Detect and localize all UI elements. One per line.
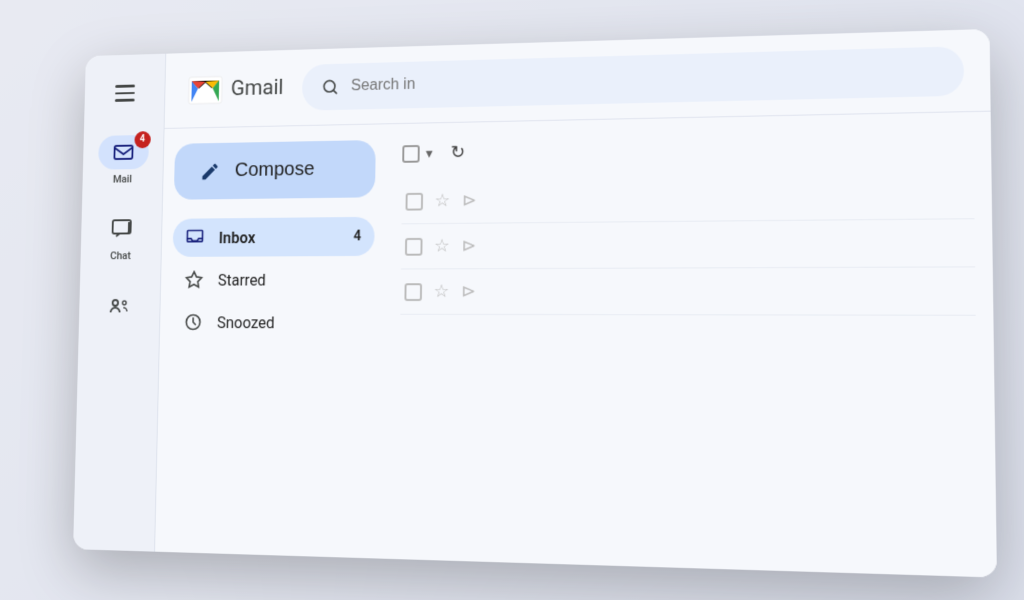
chat-icon [110, 217, 132, 240]
nav-item-snoozed[interactable]: Snoozed [171, 303, 374, 342]
email-list-panel: ▼ ↻ ☆ ⊳ ☆ ⊳ [382, 112, 997, 578]
inbox-icon [186, 228, 205, 247]
compose-label: Compose [235, 158, 315, 181]
sidebar-item-mail[interactable]: 4 Mail [97, 134, 148, 185]
star-icon [185, 270, 204, 289]
meet-icon [108, 294, 130, 317]
sidebar-mail-label: Mail [113, 172, 132, 185]
starred-label: Starred [218, 270, 361, 289]
gmail-window: 4 Mail Chat [73, 29, 997, 578]
mail-badge: 4 [134, 131, 151, 148]
screenshot-container: 4 Mail Chat [0, 0, 1024, 600]
search-icon [321, 77, 340, 97]
hamburger-menu-button[interactable] [107, 77, 142, 109]
label-icon[interactable]: ⊳ [461, 236, 476, 257]
label-icon[interactable]: ⊳ [461, 281, 476, 302]
compose-button[interactable]: Compose [174, 140, 376, 200]
search-input[interactable] [351, 62, 943, 95]
app-title: Gmail [231, 76, 284, 101]
snoozed-label: Snoozed [217, 313, 360, 332]
clock-icon [184, 312, 203, 331]
email-row[interactable]: ☆ ⊳ [401, 171, 974, 224]
mail-icon [112, 140, 134, 163]
sidebar-chat-label: Chat [110, 249, 131, 261]
star-icon[interactable]: ☆ [433, 281, 449, 302]
row-checkbox[interactable] [404, 283, 422, 301]
sidebar-item-meet[interactable] [94, 288, 145, 322]
label-icon[interactable]: ⊳ [462, 190, 477, 211]
left-sidebar: 4 Mail Chat [73, 54, 166, 552]
row-checkbox[interactable] [406, 192, 424, 210]
gmail-logo: Gmail [187, 69, 284, 109]
inbox-count: 4 [353, 229, 361, 245]
star-icon[interactable]: ☆ [434, 236, 450, 257]
email-row[interactable]: ☆ ⊳ [400, 267, 975, 315]
sidebar-item-chat[interactable]: Chat [95, 211, 147, 262]
refresh-button[interactable]: ↻ [450, 142, 465, 163]
nav-panel: Compose Inbox 4 [155, 124, 387, 558]
row-checkbox[interactable] [405, 237, 423, 255]
star-icon[interactable]: ☆ [434, 190, 450, 211]
select-all-checkbox[interactable] [402, 145, 419, 163]
select-dropdown-arrow[interactable]: ▼ [423, 146, 435, 160]
main-content: Gmail [155, 29, 997, 578]
inbox-label: Inbox [219, 227, 339, 246]
gmail-m-logo [187, 70, 224, 109]
email-list-toolbar: ▼ ↻ [402, 124, 974, 171]
pencil-icon [200, 161, 221, 182]
email-row[interactable]: ☆ ⊳ [401, 219, 975, 269]
nav-item-starred[interactable]: Starred [172, 260, 375, 299]
nav-item-inbox[interactable]: Inbox 4 [173, 217, 375, 257]
search-bar[interactable] [302, 46, 965, 111]
